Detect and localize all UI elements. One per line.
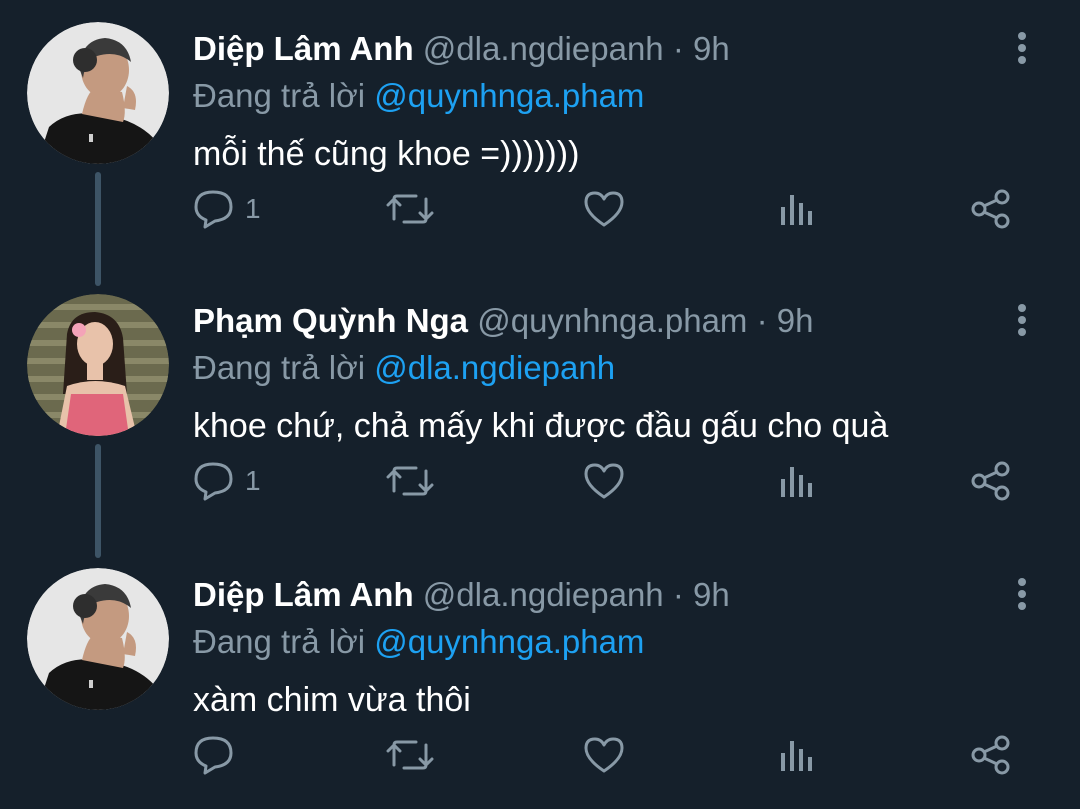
mention-link[interactable]: @quynhnga.pham [374,77,644,114]
avatar[interactable] [27,568,169,710]
share-button[interactable] [970,186,1012,232]
like-button[interactable] [583,732,625,778]
reply-count: 1 [245,193,261,224]
share-icon [971,735,1010,775]
retweet-icon [386,194,434,224]
analytics-button[interactable] [779,458,815,504]
retweet-button[interactable] [386,732,434,778]
reply-button[interactable] [193,732,245,778]
avatar-woman-photo [27,294,169,436]
retweet-icon [386,466,434,496]
analytics-button[interactable] [779,186,815,232]
action-bar: 1 [0,458,1080,504]
mention-link[interactable]: @quynhnga.pham [374,623,644,660]
tweet-header: Phạm Quỳnh Nga @quynhnga.pham · 9h [193,302,813,340]
user-handle[interactable]: @dla.ngdiepanh [423,30,664,67]
mention-link[interactable]: @dla.ngdiepanh [374,349,615,386]
heart-icon [584,463,624,499]
retweet-icon [386,740,434,770]
reply-thread: Diệp Lâm Anh @dla.ngdiepanh · 9h Đang tr… [0,0,1080,809]
analytics-icon [781,467,812,497]
timestamp[interactable]: 9h [777,302,814,339]
replying-to: Đang trả lời @dla.ngdiepanh [193,349,615,387]
separator-dot: · [672,576,684,613]
more-options-icon[interactable] [1004,300,1040,340]
reply-button[interactable]: 1 [193,186,261,232]
replying-to: Đang trả lời @quynhnga.pham [193,623,644,661]
tweet[interactable]: Diệp Lâm Anh @dla.ngdiepanh · 9h Đang tr… [0,546,1080,809]
display-name[interactable]: Diệp Lâm Anh [193,576,414,613]
retweet-button[interactable] [386,458,434,504]
action-bar: 1 [0,186,1080,232]
avatar-man-photo [27,568,169,710]
replying-to-label: Đang trả lời [193,77,366,114]
separator-dot: · [756,302,768,339]
reply-count: 1 [245,465,261,496]
action-bar [0,732,1080,778]
replying-to-label: Đang trả lời [193,349,366,386]
timestamp[interactable]: 9h [693,576,730,613]
like-button[interactable] [583,186,625,232]
heart-icon [584,737,624,773]
heart-icon [584,191,624,227]
reply-icon [194,190,233,229]
replying-to: Đang trả lời @quynhnga.pham [193,77,644,115]
more-options-icon[interactable] [1004,574,1040,614]
reply-button[interactable]: 1 [193,458,261,504]
tweet-text: mỗi thế cũng khoe =))))))) [193,135,580,173]
share-icon [971,461,1010,501]
tweet[interactable]: Diệp Lâm Anh @dla.ngdiepanh · 9h Đang tr… [0,0,1080,272]
timestamp[interactable]: 9h [693,30,730,67]
reply-icon [194,736,233,775]
user-handle[interactable]: @dla.ngdiepanh [423,576,664,613]
reply-icon [194,462,233,501]
display-name[interactable]: Diệp Lâm Anh [193,30,414,67]
user-handle[interactable]: @quynhnga.pham [477,302,747,339]
more-options-icon[interactable] [1004,28,1040,68]
replying-to-label: Đang trả lời [193,623,366,660]
avatar[interactable] [27,294,169,436]
tweet-header: Diệp Lâm Anh @dla.ngdiepanh · 9h [193,30,730,68]
display-name[interactable]: Phạm Quỳnh Nga [193,302,468,339]
tweet[interactable]: Phạm Quỳnh Nga @quynhnga.pham · 9h Đang … [0,272,1080,544]
share-button[interactable] [970,458,1012,504]
tweet-header: Diệp Lâm Anh @dla.ngdiepanh · 9h [193,576,730,614]
avatar-man-photo [27,22,169,164]
analytics-icon [781,195,812,225]
share-button[interactable] [970,732,1012,778]
analytics-icon [781,741,812,771]
tweet-text: khoe chứ, chả mấy khi được đầu gấu cho q… [193,407,889,445]
share-icon [971,189,1010,229]
avatar[interactable] [27,22,169,164]
like-button[interactable] [583,458,625,504]
separator-dot: · [672,30,684,67]
tweet-text: xàm chim vừa thôi [193,681,471,719]
analytics-button[interactable] [779,732,815,778]
retweet-button[interactable] [386,186,434,232]
